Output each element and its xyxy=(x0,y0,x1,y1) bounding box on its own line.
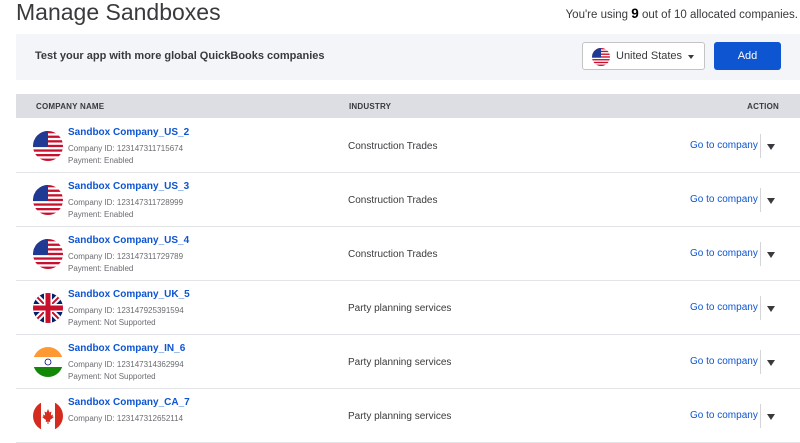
us-flag-icon xyxy=(592,48,610,66)
action-dropdown-icon[interactable] xyxy=(767,414,775,420)
canada-flag-icon xyxy=(33,401,63,431)
company-name-link[interactable]: Sandbox Company_UK_5 xyxy=(68,289,190,300)
table-row: Sandbox Company_UK_5 Company ID: 1231479… xyxy=(16,281,800,335)
company-id: Company ID: 123147925391594 xyxy=(68,306,184,315)
action-dropdown-icon[interactable] xyxy=(767,198,775,204)
company-name-link[interactable]: Sandbox Company_CA_7 xyxy=(68,397,190,408)
table-header: COMPANY NAME INDUSTRY ACTION xyxy=(16,94,800,118)
payment-status: Payment: Not Supported xyxy=(68,372,156,381)
company-name-link[interactable]: Sandbox Company_US_2 xyxy=(68,127,189,138)
action-divider xyxy=(760,404,761,428)
industry: Construction Trades xyxy=(348,195,438,206)
company-name-link[interactable]: Sandbox Company_IN_6 xyxy=(68,343,185,354)
country-select[interactable]: United States xyxy=(582,42,705,70)
industry: Party planning services xyxy=(348,303,452,314)
header-company-name: COMPANY NAME xyxy=(36,102,105,111)
go-to-company-link[interactable]: Go to company xyxy=(690,140,758,151)
table-row: Sandbox Company_US_2 Company ID: 1231473… xyxy=(16,119,800,173)
uk-flag-icon xyxy=(33,293,63,323)
add-company-banner: Test your app with more global QuickBook… xyxy=(16,34,800,80)
payment-status: Payment: Enabled xyxy=(68,210,134,219)
chevron-down-icon xyxy=(688,55,694,59)
industry: Construction Trades xyxy=(348,141,438,152)
company-id: Company ID: 123147311728999 xyxy=(68,198,184,207)
table-row: Sandbox Company_IN_6 Company ID: 1231473… xyxy=(16,335,800,389)
table-row: Sandbox Company_CA_7 Company ID: 1231473… xyxy=(16,389,800,443)
action-dropdown-icon[interactable] xyxy=(767,144,775,150)
action-dropdown-icon[interactable] xyxy=(767,306,775,312)
industry: Construction Trades xyxy=(348,249,438,260)
industry: Party planning services xyxy=(348,357,452,368)
usage-suffix: out of 10 allocated companies. xyxy=(642,9,798,21)
company-id: Company ID: 123147311715674 xyxy=(68,144,184,153)
table-row: Sandbox Company_US_3 Company ID: 1231473… xyxy=(16,173,800,227)
go-to-company-link[interactable]: Go to company xyxy=(690,410,758,421)
go-to-company-link[interactable]: Go to company xyxy=(690,302,758,313)
industry: Party planning services xyxy=(348,411,452,422)
us-flag-icon xyxy=(33,131,63,161)
action-dropdown-icon[interactable] xyxy=(767,360,775,366)
company-id: Company ID: 123147314362994 xyxy=(68,360,184,369)
action-divider xyxy=(760,242,761,266)
country-select-value: United States xyxy=(616,50,683,62)
india-flag-icon xyxy=(33,347,63,377)
us-flag-icon xyxy=(33,239,63,269)
company-name-link[interactable]: Sandbox Company_US_3 xyxy=(68,181,189,192)
company-id: Company ID: 123147311729789 xyxy=(68,252,184,261)
page-title: Manage Sandboxes xyxy=(16,0,221,25)
add-button[interactable]: Add xyxy=(714,42,781,70)
company-name-link[interactable]: Sandbox Company_US_4 xyxy=(68,235,189,246)
action-divider xyxy=(760,134,761,158)
payment-status: Payment: Enabled xyxy=(68,156,134,165)
header-action: ACTION xyxy=(747,102,779,111)
go-to-company-link[interactable]: Go to company xyxy=(690,194,758,205)
banner-text: Test your app with more global QuickBook… xyxy=(35,50,325,62)
usage-summary: You're using 9 out of 10 allocated compa… xyxy=(566,6,798,21)
usage-prefix: You're using xyxy=(565,9,629,21)
header-industry: INDUSTRY xyxy=(349,102,392,111)
payment-status: Payment: Enabled xyxy=(68,264,134,273)
table-row: Sandbox Company_US_4 Company ID: 1231473… xyxy=(16,227,800,281)
go-to-company-link[interactable]: Go to company xyxy=(690,248,758,259)
us-flag-icon xyxy=(33,185,63,215)
action-dropdown-icon[interactable] xyxy=(767,252,775,258)
action-divider xyxy=(760,296,761,320)
go-to-company-link[interactable]: Go to company xyxy=(690,356,758,367)
action-divider xyxy=(760,188,761,212)
payment-status: Payment: Not Supported xyxy=(68,318,156,327)
usage-count: 9 xyxy=(631,6,639,21)
action-divider xyxy=(760,350,761,374)
